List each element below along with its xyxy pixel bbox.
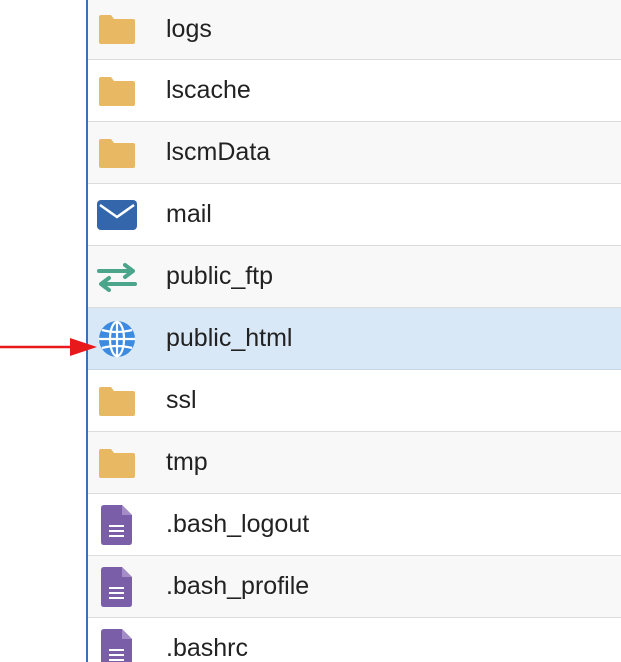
file-name[interactable]: tmp — [166, 450, 208, 475]
folder-icon — [96, 11, 138, 47]
file-row-logs[interactable]: logs — [88, 0, 621, 60]
file-row-lscmdata[interactable]: lscmData — [88, 122, 621, 184]
file-name[interactable]: public_ftp — [166, 264, 273, 289]
file-name[interactable]: lscache — [166, 78, 251, 103]
file-name[interactable]: .bash_logout — [166, 512, 309, 537]
file-row-bash-logout[interactable]: .bash_logout — [88, 494, 621, 556]
file-name[interactable]: lscmData — [166, 140, 270, 165]
file-row-tmp[interactable]: tmp — [88, 432, 621, 494]
file-name[interactable]: .bashrc — [166, 636, 248, 661]
folder-icon — [96, 383, 138, 419]
file-row-ssl[interactable]: ssl — [88, 370, 621, 432]
file-row-public-html[interactable]: public_html — [88, 308, 621, 370]
file-row-mail[interactable]: mail — [88, 184, 621, 246]
document-icon — [96, 628, 138, 662]
file-row-bash-profile[interactable]: .bash_profile — [88, 556, 621, 618]
file-manager-view: logs lscache lscmData mail public_ftp pu… — [0, 0, 621, 662]
file-name[interactable]: ssl — [166, 388, 197, 413]
file-list: logs lscache lscmData mail public_ftp pu… — [86, 0, 621, 662]
file-name[interactable]: logs — [166, 16, 212, 42]
document-icon — [96, 566, 138, 607]
file-row-bashrc[interactable]: .bashrc — [88, 618, 621, 662]
file-row-public-ftp[interactable]: public_ftp — [88, 246, 621, 308]
folder-icon — [96, 73, 138, 109]
file-row-lscache[interactable]: lscache — [88, 60, 621, 122]
globe-icon — [96, 320, 138, 357]
folder-icon — [96, 135, 138, 171]
transfer-icon — [96, 259, 138, 295]
red-arrow-icon — [0, 338, 97, 356]
file-name[interactable]: mail — [166, 202, 212, 227]
mail-icon — [96, 197, 138, 233]
document-icon — [96, 504, 138, 545]
file-name[interactable]: .bash_profile — [166, 574, 309, 599]
file-name[interactable]: public_html — [166, 326, 292, 351]
folder-icon — [96, 445, 138, 481]
